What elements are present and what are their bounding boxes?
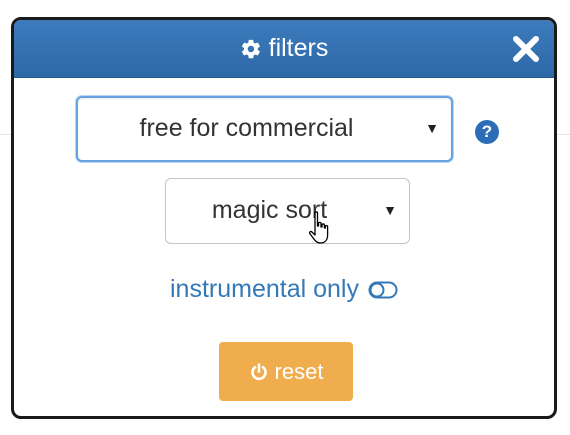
toggle-off-icon [368, 281, 398, 298]
sort-select-value: magic sort [211, 195, 328, 224]
instrumental-only-label: instrumental only [170, 275, 359, 303]
license-select[interactable]: free for commercial ▼ [76, 96, 453, 162]
filters-dialog: filters free for commercial ▼ ? magic so… [11, 17, 557, 419]
caret-down-icon: ▼ [425, 120, 439, 137]
sort-select[interactable]: magic sort ▼ [165, 178, 410, 244]
close-button[interactable] [510, 33, 542, 65]
help-icon[interactable]: ? [475, 120, 499, 144]
reset-button[interactable]: reset [219, 342, 353, 401]
close-icon [513, 36, 539, 62]
dialog-title-text: filters [268, 34, 329, 62]
caret-down-icon: ▼ [383, 202, 397, 219]
reset-button-label: reset [274, 358, 324, 384]
instrumental-only-toggle[interactable]: instrumental only [14, 275, 554, 304]
dialog-title: filters [240, 34, 329, 63]
gear-icon [241, 39, 260, 58]
dialog-header: filters [14, 20, 554, 78]
power-icon [250, 362, 267, 380]
license-select-value: free for commercial [139, 113, 354, 142]
